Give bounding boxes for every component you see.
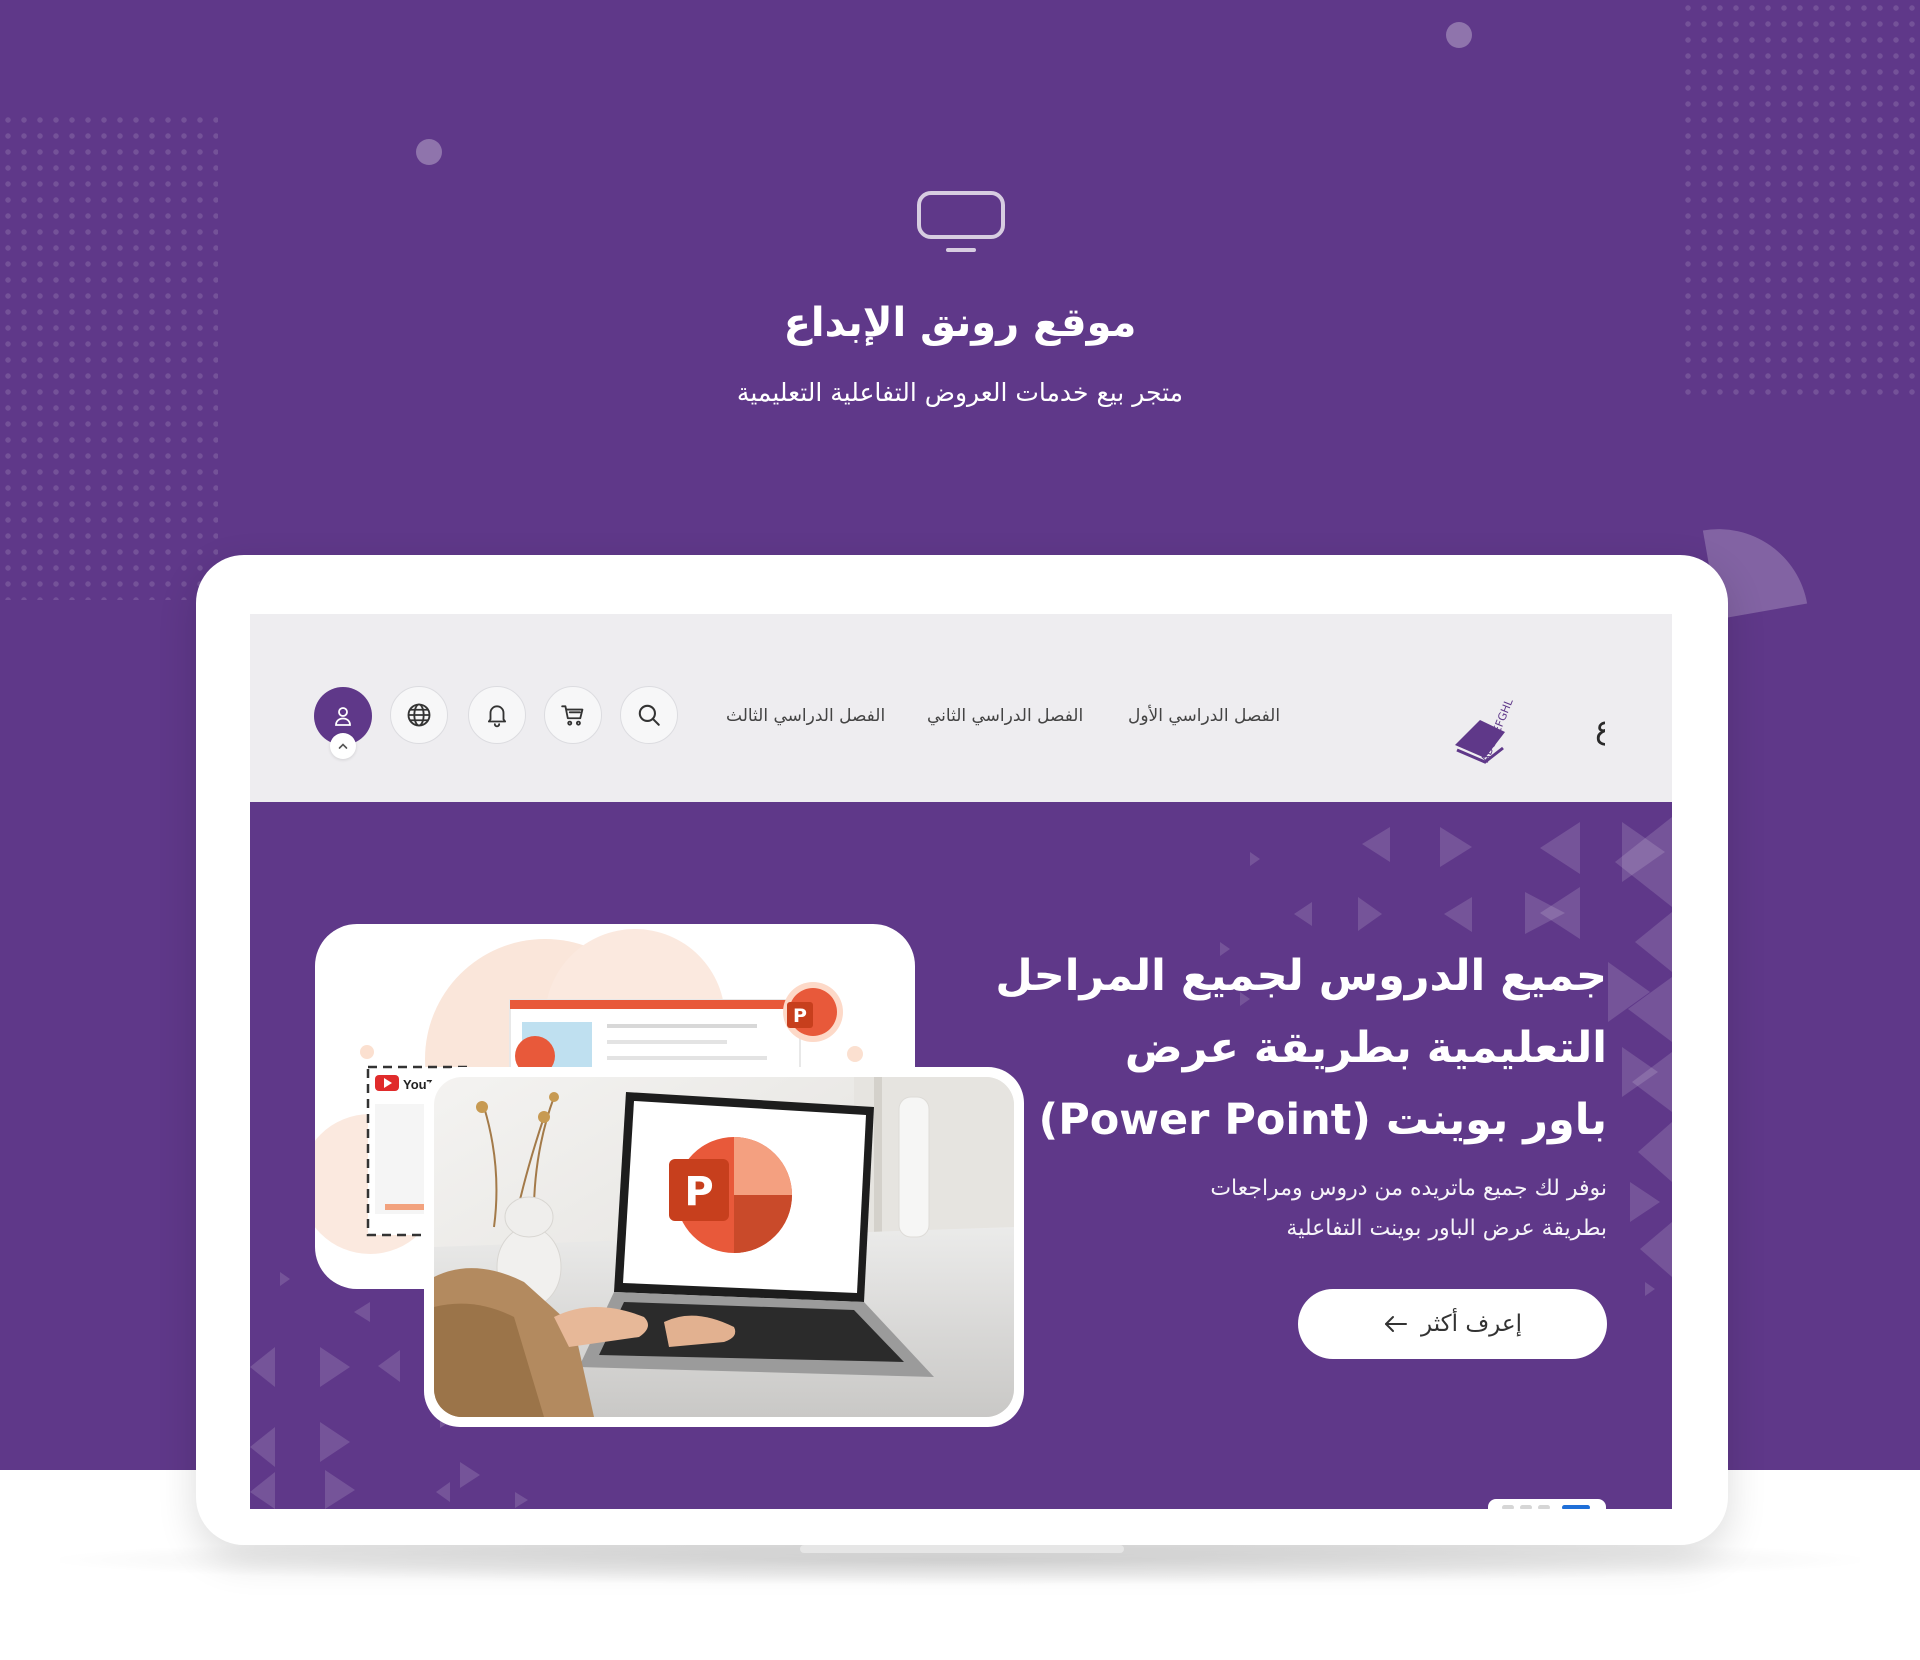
user-menu-toggle[interactable] xyxy=(330,733,356,759)
page-subtitle: متجر بيع خدمات العروض التفاعلية التعليمي… xyxy=(736,378,1184,407)
cart-button[interactable] xyxy=(544,686,602,744)
headline-line: التعليمية بطريقة عرض xyxy=(1124,1023,1607,1073)
site-logo[interactable]: ABCDEFGHL رونق الإبداع xyxy=(1445,650,1605,770)
nav-link-term-3[interactable]: الفصل الدراسي الثالث xyxy=(726,706,885,726)
cart-icon xyxy=(561,705,584,726)
dot-pattern-left xyxy=(0,112,218,600)
pagination-dots xyxy=(1502,1505,1590,1509)
headline-line: باور بوينت (Power Point) xyxy=(1038,1095,1607,1145)
learn-more-button[interactable]: إعرف أكثر xyxy=(1298,1289,1607,1359)
website-screen: ABCDEFGHL رونق الإبداع الفصل الدراسي الأ… xyxy=(250,614,1672,1509)
learn-more-label: إعرف أكثر xyxy=(1421,1311,1522,1337)
slider-pagination[interactable] xyxy=(1488,1499,1606,1509)
user-icon xyxy=(335,707,351,726)
description-line: بطريقة عرض الباور بوينت التفاعلية xyxy=(1286,1216,1607,1241)
logo-text: رونق الإبداع xyxy=(1595,708,1605,747)
site-navbar: ABCDEFGHL رونق الإبداع الفصل الدراسي الأ… xyxy=(250,614,1672,802)
powerpoint-badge-letter: P xyxy=(793,1005,807,1027)
description-line: نوفر لك جميع ماتريده من دروس ومراجعات xyxy=(1210,1176,1607,1201)
monitor-icon xyxy=(917,191,1005,252)
nav-link-term-2[interactable]: الفصل الدراسي الثاني xyxy=(927,706,1083,726)
search-icon xyxy=(638,704,660,726)
page-title: موقع رونق الإبداع xyxy=(783,300,1137,346)
banner-description: نوفر لك جميع ماتريده من دروس ومراجعات بط… xyxy=(1047,1169,1607,1249)
globe-icon xyxy=(407,703,431,727)
laptop-photo-card: P xyxy=(424,1067,1024,1427)
photo-badge-letter: P xyxy=(684,1169,713,1215)
chevron-up-icon xyxy=(338,743,348,749)
search-button[interactable] xyxy=(620,686,678,744)
nav-link-term-1[interactable]: الفصل الدراسي الأول xyxy=(1128,706,1280,726)
arrow-left-icon xyxy=(1385,1316,1408,1332)
notifications-button[interactable] xyxy=(468,686,526,744)
decor-circle xyxy=(416,139,442,165)
laptop-hinge xyxy=(800,1545,1124,1553)
laptop-photo: P xyxy=(434,1077,1014,1417)
bell-icon xyxy=(487,705,507,728)
decor-circle xyxy=(1446,22,1472,48)
headline-line: جميع الدروس لجميع المراحل xyxy=(995,951,1607,1001)
language-button[interactable] xyxy=(390,686,448,744)
banner-headline: جميع الدروس لجميع المراحل التعليمية بطري… xyxy=(927,940,1607,1156)
